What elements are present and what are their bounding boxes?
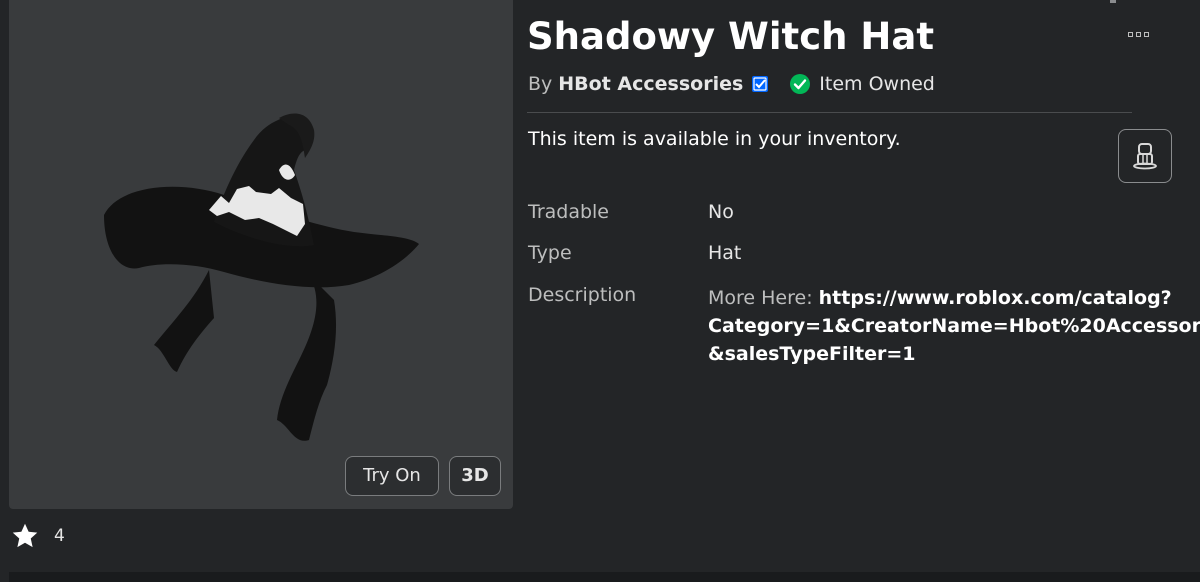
- description-link-line3[interactable]: &salesTypeFilter=1: [708, 343, 915, 365]
- try-on-button[interactable]: Try On: [345, 456, 439, 496]
- by-label: By: [528, 73, 553, 95]
- item-owned-label: Item Owned: [819, 73, 935, 95]
- type-value: Hat: [708, 242, 742, 264]
- scroll-indicator: [1110, 0, 1116, 3]
- availability-message: This item is available in your inventory…: [528, 128, 901, 150]
- star-icon[interactable]: [10, 521, 40, 551]
- next-section-edge: [9, 572, 1200, 582]
- item-thumbnail: Try On 3D: [9, 0, 513, 509]
- 3d-view-button[interactable]: 3D: [449, 456, 501, 496]
- witch-hat-image: [104, 113, 419, 441]
- description-prefix: More Here:: [708, 287, 819, 309]
- avatar-try-on-icon: [1133, 143, 1157, 170]
- more-options-icon[interactable]: [1128, 32, 1156, 42]
- favorite-count: 4: [54, 526, 65, 546]
- description-text: More Here: https://www.roblox.com/catalo…: [708, 284, 1200, 368]
- item-title: Shadowy Witch Hat: [527, 15, 934, 58]
- favorite-control[interactable]: 4: [10, 521, 65, 551]
- creator-link[interactable]: HBot Accessories: [558, 73, 743, 95]
- header-divider: [527, 112, 1132, 113]
- type-label: Type: [528, 242, 572, 264]
- description-label: Description: [528, 284, 637, 306]
- check-circle-icon: [790, 74, 811, 94]
- description-link-line2[interactable]: Category=1&CreatorName=Hbot%20Accessorie…: [708, 315, 1200, 337]
- verified-badge-icon: [752, 76, 769, 92]
- tradable-label: Tradable: [528, 201, 610, 223]
- description-link-line1[interactable]: https://www.roblox.com/catalog?: [819, 287, 1172, 309]
- item-byline: By HBot Accessories Item Owned: [528, 71, 935, 97]
- tradable-value: No: [708, 201, 734, 223]
- avatar-try-on-button[interactable]: [1118, 129, 1172, 183]
